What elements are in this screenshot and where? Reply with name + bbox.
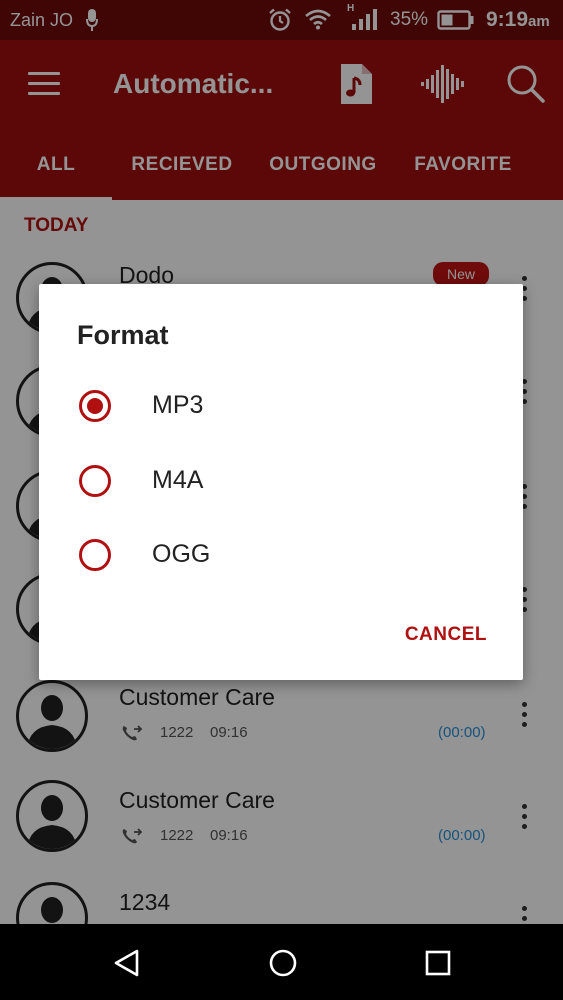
- recent-apps-icon[interactable]: [424, 949, 452, 982]
- format-option-mp3[interactable]: MP3: [69, 375, 489, 435]
- option-label: MP3: [152, 391, 204, 419]
- home-icon[interactable]: [268, 948, 298, 983]
- format-dialog: Format MP3 M4A OGG CANCEL: [39, 284, 523, 680]
- format-option-ogg[interactable]: OGG: [69, 524, 489, 584]
- cancel-button[interactable]: CANCEL: [385, 624, 505, 652]
- dialog-title: Format: [77, 320, 169, 350]
- system-nav-bar: [0, 924, 563, 1000]
- radio-button[interactable]: [79, 465, 111, 497]
- back-icon[interactable]: [112, 948, 142, 983]
- option-label: OGG: [152, 540, 211, 568]
- radio-button[interactable]: [79, 539, 111, 571]
- radio-button-selected[interactable]: [79, 390, 111, 422]
- format-option-m4a[interactable]: M4A: [69, 450, 489, 510]
- option-label: M4A: [152, 466, 204, 494]
